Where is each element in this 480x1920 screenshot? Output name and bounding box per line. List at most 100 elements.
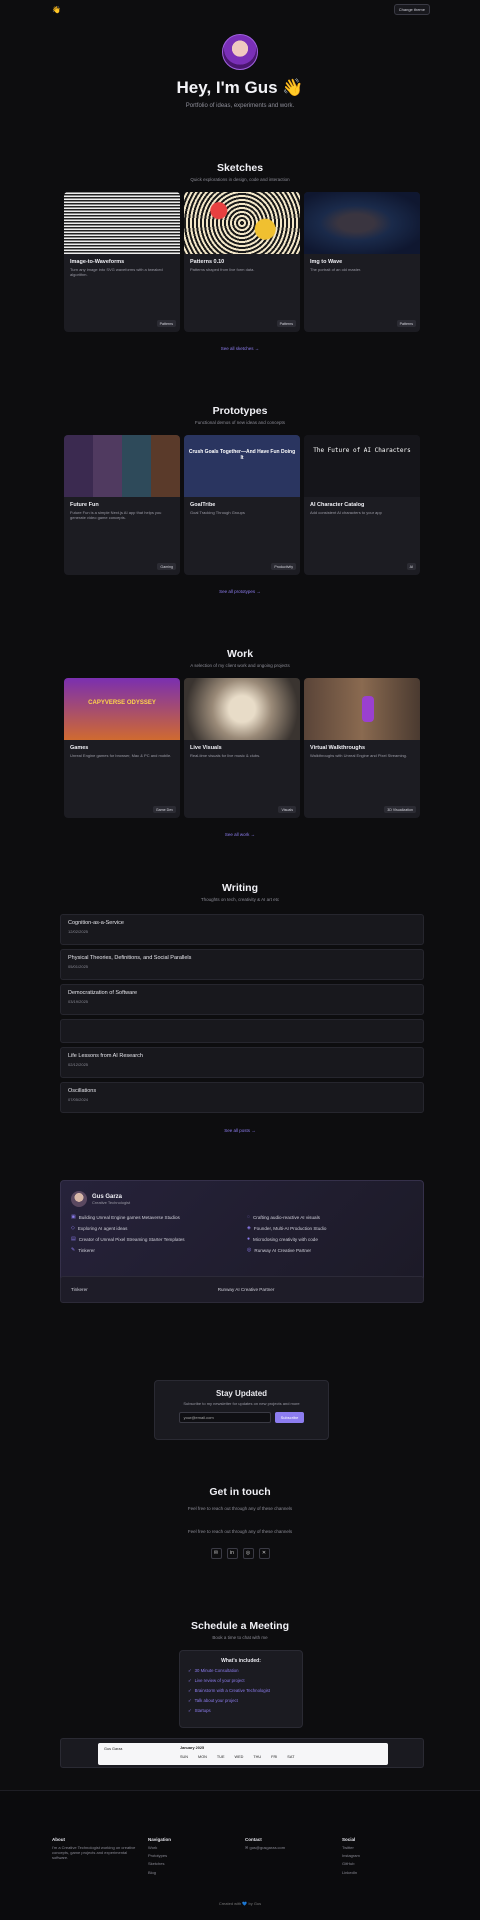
profile-item: ◎ Runway AI Creative Partner [247,1247,312,1253]
work-card[interactable]: CAPYVERSE ODYSSEY Games Unreal Engine ga… [64,678,180,818]
email-icon[interactable]: ✉ [210,1548,222,1559]
footer-nav: Navigation Work Prototypes Sketches Blog [148,1837,228,1875]
footer-heading: Navigation [148,1837,172,1842]
email-field[interactable]: your@email.com [178,1412,271,1423]
card-desc: Walkthroughs with Unreal Engine and Pixe… [310,753,408,758]
card-title: Img to Wave [310,259,343,265]
sketch-card[interactable]: Img to Wave The portrait of an old maste… [304,192,420,332]
card-title: Image-to-Waveforms [70,259,125,265]
prototypes-title: Prototypes [212,405,268,417]
work-thumbnail [184,678,300,740]
see-all-work-link[interactable]: See all work → [0,832,480,837]
copyright: Created with 💙 by Gus [218,1901,262,1906]
weekday-label: SAT [287,1755,295,1759]
calendar-host-name: Gus Garza [104,1747,123,1751]
sketch-card[interactable]: Image-to-Waveforms Turn any image into S… [64,192,180,332]
card-tag: 3D Visualization [384,806,416,813]
footer-link[interactable]: Sketches [148,1861,228,1866]
post-date: 07/05/2024 [68,1097,89,1102]
strip-item: Tinkerer [71,1287,88,1292]
post-date: 02/12/2025 [68,1062,89,1067]
post-date: 05/01/2025 [68,964,89,969]
footer-link[interactable]: Prototypes [148,1853,228,1858]
prototype-thumbnail [64,435,180,497]
blog-post-item[interactable]: Oscillations 07/05/2024 [60,1082,424,1113]
footer-link[interactable]: Instagram [342,1853,422,1858]
footer-link[interactable]: Twitter [342,1845,422,1850]
weekday-label: THU [253,1755,262,1759]
post-title: Cognition-as-a-Service [68,920,124,926]
card-title: AI Character Catalog [310,502,365,508]
check-icon: ✓ [188,1708,192,1713]
calendar-widget[interactable]: Gus Garza January 2025 SUN MON TUE WED T… [98,1743,388,1765]
sketches-subtitle: Quick explorations in design, code and i… [190,177,290,182]
work-card[interactable]: Live Visuals Real-time visuals for live … [184,678,300,818]
profile-card: Gus Garza Creative Technologist ▣ Buildin… [60,1180,424,1286]
check-icon: ✓ [188,1678,192,1683]
subscribe-button[interactable]: Subscribe [274,1412,305,1423]
see-all-sketches-link[interactable]: See all sketches → [0,346,480,351]
top-bar: 👋 Change theme [0,0,480,18]
prototype-card[interactable]: Crush Goals Together—And Have Fun Doing … [184,435,300,575]
see-all-posts-link[interactable]: See all posts → [0,1128,480,1133]
meeting-heading: Schedule a Meeting Book a time to chat w… [0,1620,480,1640]
writing-heading: Writing Thoughts on tech, creativity & A… [0,882,480,902]
linkedin-icon[interactable]: in [226,1548,238,1559]
footer-heading: About [52,1837,65,1842]
footer-link[interactable]: Blog [148,1870,228,1875]
blog-post-item[interactable]: Physical Theories, Definitions, and Soci… [60,949,424,980]
sketch-card[interactable]: Patterns 0.10 Patterns shaped from live … [184,192,300,332]
footer-link[interactable]: GitHub [342,1861,422,1866]
see-all-prototypes-link[interactable]: See all prototypes → [0,589,480,594]
meeting-item: ✓ Talk about your project [188,1698,238,1703]
prototype-ai-heading: The Future of AI Characters [313,447,411,454]
footer-about: About I'm a Creative Technologist workin… [52,1837,142,1861]
x-icon[interactable]: ✕ [258,1548,270,1559]
profile-item: ◇ Exploring AI agent ideas [71,1225,128,1231]
work-thumbnail [304,678,420,740]
work-card[interactable]: Virtual Walkthroughs Walkthroughs with U… [304,678,420,818]
post-title: Physical Theories, Definitions, and Soci… [68,955,192,961]
prototype-thumbnail: The Future of AI Characters [304,435,420,497]
site-logo[interactable]: 👋 [52,6,61,14]
blog-post-item[interactable]: Life Lessons from AI Research 02/12/2025 [60,1047,424,1078]
footer-heading: Contact [245,1837,262,1842]
card-tag: Visuals [278,806,296,813]
footer-link[interactable]: Work [148,1845,228,1850]
meeting-box-title: What's included: [221,1658,261,1664]
profile-item: ◈ Founder, Multi-AI Production Studio [247,1225,327,1231]
sketches-heading: Sketches Quick explorations in design, c… [0,162,480,182]
card-title: Live Visuals [190,745,222,751]
weekday-label: WED [234,1755,244,1759]
newsletter-box: Stay Updated Subscribe to my newsletter … [154,1380,329,1440]
card-title: GoalTribe [190,502,216,508]
blog-post-item[interactable]: Democratization of Software 03/19/2025 [60,984,424,1015]
profile-role: Creative Technologist [92,1199,131,1205]
prototype-card[interactable]: Future Fun Future Fun is a simple Next.j… [64,435,180,575]
check-icon: ✓ [188,1698,192,1703]
work-thumbnail: CAPYVERSE ODYSSEY [64,678,180,740]
blog-post-item[interactable]: Cognition-as-a-Service 12/02/2025 [60,914,424,945]
profile-avatar [71,1191,87,1207]
meeting-item: ✓ Live review of your project [188,1678,245,1683]
footer-contact: Contact ✉ gus@gusgarza.com [245,1837,325,1850]
code-icon: ● [247,1236,251,1242]
footer-email-link[interactable]: ✉ gus@gusgarza.com [245,1845,325,1850]
check-icon: ✓ [188,1668,192,1673]
instagram-icon[interactable]: ◎ [242,1548,254,1559]
card-title: Virtual Walkthroughs [310,745,366,751]
theme-toggle-button[interactable]: Change theme [393,4,430,15]
character-figure [362,696,374,722]
blog-post-item[interactable] [60,1019,424,1043]
card-desc: Unreal Engine games for browser, Mac & P… [70,753,172,758]
prototype-thumbnail: Crush Goals Together—And Have Fun Doing … [184,435,300,497]
prototype-card[interactable]: The Future of AI Characters AI Character… [304,435,420,575]
profile-item: ✎ Tinkerer [71,1247,95,1253]
footer-link[interactable]: LinkedIn [342,1870,422,1875]
card-title: Games [70,745,89,751]
card-tag: AI [406,563,416,570]
work-subtitle: A selection of my client work and ongoin… [190,663,290,668]
meeting-box: What's included: ✓ 30 Minute Consultation… [179,1650,303,1728]
sketch-thumbnail [304,192,420,254]
post-title: Life Lessons from AI Research [68,1053,143,1059]
